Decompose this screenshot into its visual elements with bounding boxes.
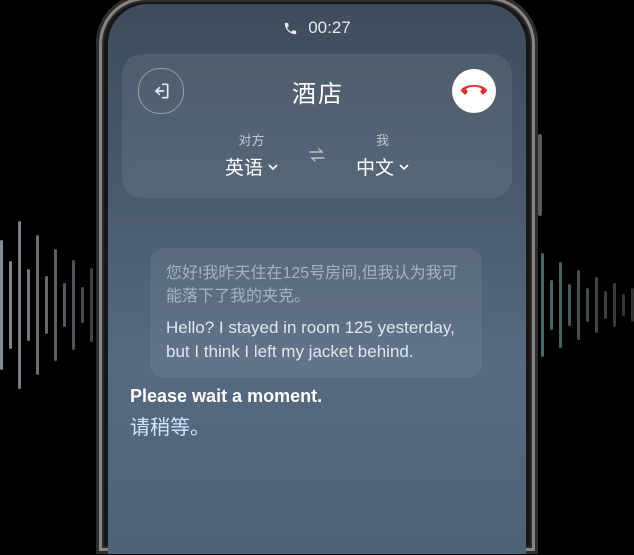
translated-text: 您好!我昨天住在125号房间,但我认为我可能落下了我的夹克。 xyxy=(166,262,466,308)
my-language: 中文 xyxy=(356,153,394,180)
phone-side-button xyxy=(538,134,542,216)
other-party-language: 英语 xyxy=(225,153,263,180)
header-row: 酒店 xyxy=(138,68,496,114)
call-duration: 00:27 xyxy=(308,18,351,38)
chevron-down-icon xyxy=(399,162,409,172)
message-area: 您好!我昨天住在125号房间,但我认为我可能落下了我的夹克。 Hello? I … xyxy=(108,198,526,378)
other-party-language-selector[interactable]: 对方 英语 xyxy=(225,130,278,180)
swap-languages-button[interactable] xyxy=(308,148,326,162)
phone-screen: 00:27 酒店 对方 英语 xyxy=(108,4,526,554)
other-party-label: 对方 xyxy=(238,130,264,149)
exit-button[interactable] xyxy=(138,68,184,114)
original-text: Hello? I stayed in room 125 yesterday, b… xyxy=(166,316,466,364)
outgoing-zh: 请稍等。 xyxy=(130,411,504,440)
outgoing-message-area: Please wait a moment. 请稍等。 xyxy=(108,378,526,440)
hangup-button[interactable] xyxy=(452,69,496,113)
phone-icon xyxy=(283,21,298,36)
language-row: 对方 英语 我 中文 xyxy=(138,130,496,180)
chevron-down-icon xyxy=(268,162,278,172)
outgoing-en: Please wait a moment. xyxy=(130,386,504,407)
me-label: 我 xyxy=(376,130,389,149)
hangup-icon xyxy=(461,85,487,97)
call-title: 酒店 xyxy=(292,74,344,109)
translation-header-card: 酒店 对方 英语 我 中文 xyxy=(122,54,512,198)
my-language-selector[interactable]: 我 中文 xyxy=(356,130,409,180)
message-bubble: 您好!我昨天住在125号房间,但我认为我可能落下了我的夹克。 Hello? I … xyxy=(150,248,482,378)
exit-icon xyxy=(151,81,171,101)
phone-frame: 00:27 酒店 对方 英语 xyxy=(96,0,538,554)
call-status-bar: 00:27 xyxy=(108,4,526,48)
